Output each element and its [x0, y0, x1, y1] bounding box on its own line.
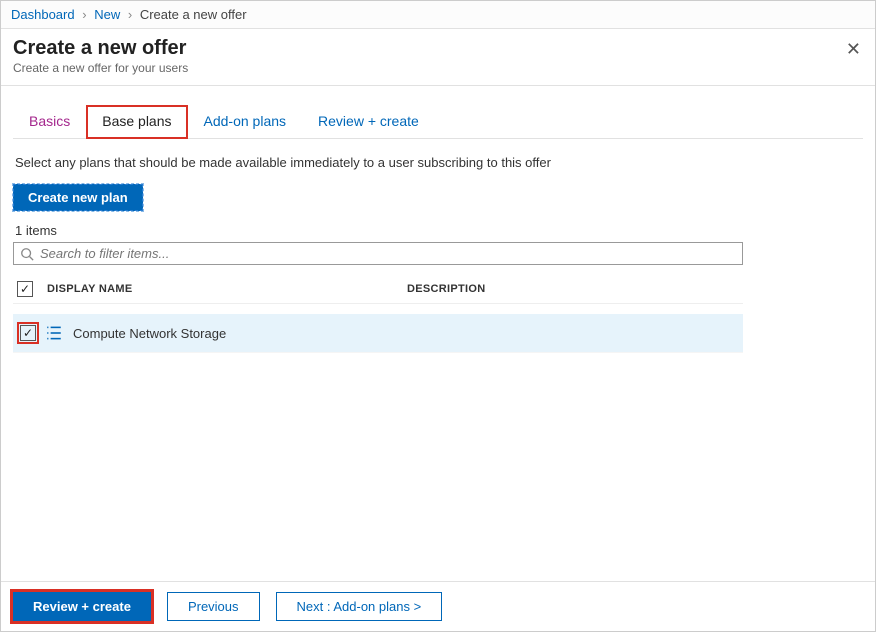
row-display-name: Compute Network Storage [73, 326, 226, 341]
tab-bar: Basics Base plans Add-on plans Review + … [13, 104, 863, 139]
column-description[interactable]: DESCRIPTION [407, 283, 739, 295]
tab-basics[interactable]: Basics [13, 105, 86, 139]
search-box[interactable] [13, 242, 743, 265]
tab-addon-plans[interactable]: Add-on plans [188, 105, 303, 139]
plans-table: ✓ DISPLAY NAME DESCRIPTION ✓ Compute Net… [13, 275, 743, 353]
chevron-right-icon: › [82, 7, 86, 22]
breadcrumb: Dashboard › New › Create a new offer [1, 1, 875, 29]
tab-description: Select any plans that should be made ava… [15, 155, 861, 170]
tab-review-create[interactable]: Review + create [302, 105, 435, 139]
close-icon: ✕ [846, 39, 861, 59]
page-header: Create a new offer Create a new offer fo… [1, 29, 875, 86]
tab-base-plans[interactable]: Base plans [86, 105, 187, 139]
page-title: Create a new offer [13, 37, 863, 60]
wizard-footer: Review + create Previous Next : Add-on p… [1, 581, 875, 631]
create-new-plan-button[interactable]: Create new plan [13, 184, 143, 211]
items-count: 1 items [15, 223, 861, 238]
search-icon [20, 247, 34, 261]
page-subtitle: Create a new offer for your users [13, 61, 863, 75]
close-button[interactable]: ✕ [846, 39, 861, 60]
previous-button[interactable]: Previous [167, 592, 260, 621]
search-input[interactable] [40, 246, 736, 261]
row-checkbox[interactable]: ✓ [20, 325, 36, 341]
table-header: ✓ DISPLAY NAME DESCRIPTION [13, 275, 743, 304]
breadcrumb-current: Create a new offer [140, 7, 247, 22]
breadcrumb-link-new[interactable]: New [94, 7, 120, 22]
next-button[interactable]: Next : Add-on plans > [276, 592, 443, 621]
plan-list-icon [45, 324, 65, 342]
content-area: Basics Base plans Add-on plans Review + … [1, 86, 875, 581]
chevron-right-icon: › [128, 7, 132, 22]
select-all-checkbox[interactable]: ✓ [17, 281, 33, 297]
breadcrumb-link-dashboard[interactable]: Dashboard [11, 7, 75, 22]
review-create-button[interactable]: Review + create [13, 592, 151, 621]
column-display-name[interactable]: DISPLAY NAME [47, 283, 407, 295]
table-row[interactable]: ✓ Compute Network Storage [13, 314, 743, 353]
